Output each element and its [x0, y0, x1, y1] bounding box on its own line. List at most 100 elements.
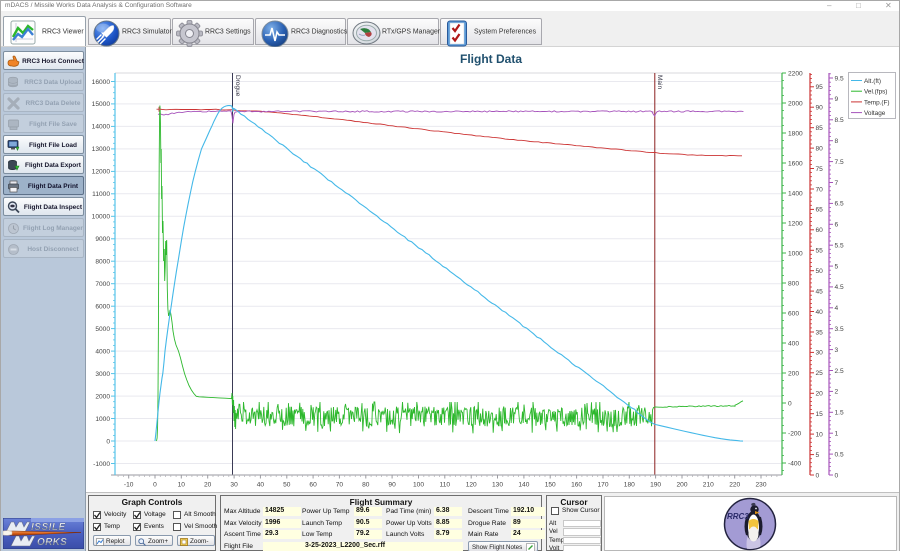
svg-text:400: 400	[788, 340, 799, 347]
svg-text:10000: 10000	[92, 214, 111, 221]
svg-text:Drogue: Drogue	[234, 75, 241, 97]
svg-text:Main: Main	[656, 75, 663, 89]
svg-text:8.5: 8.5	[835, 117, 844, 124]
svg-text:15000: 15000	[92, 101, 111, 108]
svg-text:65: 65	[816, 207, 824, 214]
svg-text:0: 0	[816, 472, 820, 479]
svg-text:30: 30	[816, 350, 824, 357]
svg-text:2000: 2000	[788, 100, 803, 107]
svg-text:7.5: 7.5	[835, 159, 844, 166]
svg-text:10: 10	[178, 482, 186, 489]
svg-text:9000: 9000	[95, 236, 110, 243]
svg-text:Voltage: Voltage	[864, 110, 886, 117]
svg-text:55: 55	[816, 248, 824, 255]
svg-text:85: 85	[816, 125, 824, 132]
svg-text:Alt.(ft): Alt.(ft)	[864, 78, 881, 85]
svg-text:90: 90	[816, 105, 824, 112]
svg-text:9: 9	[835, 96, 839, 103]
svg-text:14000: 14000	[92, 124, 111, 131]
svg-text:5: 5	[816, 452, 820, 459]
svg-text:Flight Data: Flight Data	[460, 52, 522, 66]
svg-text:1000: 1000	[95, 416, 110, 423]
svg-text:3: 3	[835, 347, 839, 354]
svg-text:0.5: 0.5	[835, 451, 844, 458]
svg-text:1800: 1800	[788, 130, 803, 137]
svg-text:200: 200	[676, 482, 687, 489]
svg-text:40: 40	[257, 482, 265, 489]
svg-text:110: 110	[440, 482, 451, 489]
svg-text:7: 7	[835, 180, 839, 187]
svg-text:0: 0	[153, 482, 157, 489]
svg-text:12000: 12000	[92, 169, 111, 176]
svg-text:35: 35	[816, 329, 824, 336]
svg-text:50: 50	[816, 268, 824, 275]
svg-text:2200: 2200	[788, 70, 803, 77]
svg-text:70: 70	[336, 482, 344, 489]
svg-text:Vel.(fps): Vel.(fps)	[864, 89, 887, 96]
svg-text:16000: 16000	[92, 79, 111, 86]
svg-text:7000: 7000	[95, 281, 110, 288]
svg-text:10: 10	[816, 431, 824, 438]
svg-text:150: 150	[545, 482, 556, 489]
svg-text:-200: -200	[788, 430, 802, 437]
svg-text:50: 50	[283, 482, 291, 489]
svg-text:0: 0	[106, 438, 110, 445]
svg-text:170: 170	[597, 482, 608, 489]
svg-text:160: 160	[571, 482, 582, 489]
svg-text:6.5: 6.5	[835, 201, 844, 208]
svg-text:90: 90	[388, 482, 396, 489]
svg-text:100: 100	[413, 482, 424, 489]
svg-text:0: 0	[788, 400, 792, 407]
svg-text:6: 6	[835, 222, 839, 229]
svg-text:9.5: 9.5	[835, 75, 844, 82]
svg-text:180: 180	[624, 482, 635, 489]
svg-text:120: 120	[466, 482, 477, 489]
svg-text:45: 45	[816, 288, 824, 295]
svg-text:2.5: 2.5	[835, 368, 844, 375]
svg-text:75: 75	[816, 166, 824, 173]
svg-text:4.5: 4.5	[835, 284, 844, 291]
svg-text:RRC3: RRC3	[727, 512, 749, 521]
svg-text:3.5: 3.5	[835, 326, 844, 333]
svg-text:5.5: 5.5	[835, 243, 844, 250]
svg-text:8000: 8000	[95, 259, 110, 266]
svg-text:20: 20	[204, 482, 212, 489]
svg-text:800: 800	[788, 280, 799, 287]
svg-text:25: 25	[816, 370, 824, 377]
svg-text:70: 70	[816, 186, 824, 193]
svg-text:140: 140	[518, 482, 529, 489]
svg-text:1200: 1200	[788, 220, 803, 227]
svg-text:80: 80	[362, 482, 370, 489]
svg-text:600: 600	[788, 310, 799, 317]
svg-text:Temp.(F): Temp.(F)	[864, 99, 890, 106]
svg-text:130: 130	[492, 482, 503, 489]
svg-text:1: 1	[835, 431, 839, 438]
svg-text:3000: 3000	[95, 371, 110, 378]
svg-text:-1000: -1000	[93, 461, 110, 468]
svg-text:20: 20	[816, 391, 824, 398]
svg-text:4000: 4000	[95, 348, 110, 355]
svg-text:2000: 2000	[95, 393, 110, 400]
svg-text:6000: 6000	[95, 304, 110, 311]
svg-text:ORKS: ORKS	[37, 537, 67, 548]
svg-text:40: 40	[816, 309, 824, 316]
svg-text:-400: -400	[788, 460, 802, 467]
svg-text:1.5: 1.5	[835, 410, 844, 417]
svg-text:95: 95	[816, 84, 824, 91]
svg-text:230: 230	[755, 482, 766, 489]
svg-text:11000: 11000	[92, 191, 110, 198]
svg-text:1000: 1000	[788, 250, 803, 257]
svg-text:0: 0	[835, 472, 839, 479]
svg-text:80: 80	[816, 145, 824, 152]
svg-text:200: 200	[788, 370, 799, 377]
svg-text:30: 30	[230, 482, 238, 489]
svg-text:60: 60	[309, 482, 317, 489]
svg-text:210: 210	[703, 482, 714, 489]
svg-text:190: 190	[650, 482, 661, 489]
svg-text:1600: 1600	[788, 160, 803, 167]
svg-text:4: 4	[835, 305, 839, 312]
svg-text:13000: 13000	[92, 146, 111, 153]
svg-text:220: 220	[729, 482, 740, 489]
svg-text:-10: -10	[124, 482, 134, 489]
svg-text:5: 5	[835, 263, 839, 270]
